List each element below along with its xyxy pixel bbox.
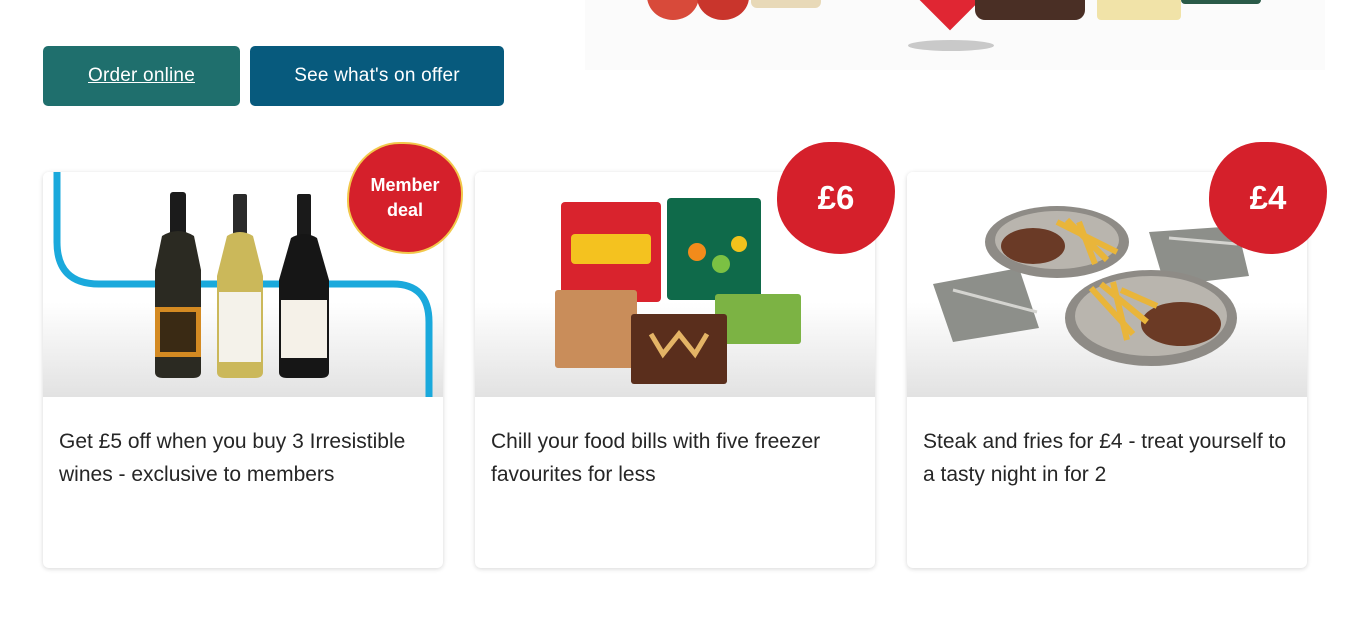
member-deal-badge: Member deal <box>347 142 463 254</box>
offer-card-text: Steak and fries for £4 - treat yourself … <box>923 430 1287 486</box>
see-offers-button[interactable]: See what's on offer <box>250 46 504 106</box>
price-badge: £6 <box>777 142 895 254</box>
hero-product-image <box>585 0 1325 70</box>
offer-card-text: Get £5 off when you buy 3 Irresistible w… <box>59 430 406 486</box>
order-online-button[interactable]: Order online <box>43 46 240 106</box>
offer-card-text: Chill your food bills with five freezer … <box>491 430 821 486</box>
price-badge: £4 <box>1209 142 1327 254</box>
